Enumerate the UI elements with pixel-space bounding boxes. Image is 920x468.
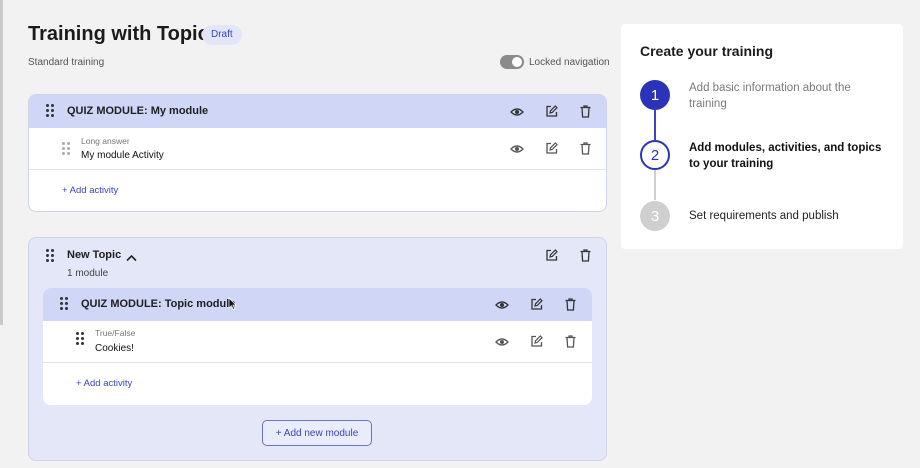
step-number-1: 1 — [640, 80, 670, 110]
training-type-label: Standard training — [28, 57, 105, 68]
activity-name: My module Activity — [81, 150, 164, 161]
locked-navigation-toggle-group[interactable]: Locked navigation — [500, 55, 610, 69]
eye-icon[interactable] — [509, 104, 525, 120]
add-activity-link[interactable]: + Add activity — [62, 185, 118, 196]
step-connector — [654, 110, 656, 140]
edit-icon[interactable] — [543, 103, 559, 119]
create-training-steps-panel: Create your training 1 Add basic informa… — [621, 24, 903, 249]
trash-icon[interactable] — [577, 103, 593, 119]
steps-title: Create your training — [640, 43, 774, 59]
module-header: QUIZ MODULE: My module — [29, 95, 606, 128]
drag-handle-icon[interactable] — [62, 142, 70, 155]
edit-icon[interactable] — [543, 247, 559, 263]
eye-icon[interactable] — [494, 334, 510, 350]
step-connector — [654, 170, 656, 200]
topic-card: New Topic 1 module QUIZ MODULE: Topic mo… — [28, 237, 607, 461]
step-label-2: Add modules, activities, and topics to y… — [689, 142, 882, 170]
drag-handle-icon[interactable] — [76, 332, 84, 345]
module-card: QUIZ MODULE: Topic module True/False Coo… — [43, 288, 592, 405]
locked-navigation-label: Locked navigation — [529, 56, 610, 68]
drag-handle-icon[interactable] — [60, 297, 68, 310]
step-label-1: Add basic information about the training — [689, 82, 851, 110]
page-title: Training with Topic — [28, 23, 209, 45]
module-title: QUIZ MODULE: Topic module — [81, 298, 236, 310]
edit-icon[interactable] — [543, 140, 559, 156]
activity-row[interactable]: Long answer My module Activity — [29, 128, 606, 170]
module-card: QUIZ MODULE: My module Long answer My mo… — [28, 94, 607, 212]
eye-icon[interactable] — [509, 141, 525, 157]
trash-icon[interactable] — [577, 140, 593, 156]
trash-icon[interactable] — [562, 333, 578, 349]
add-activity-link[interactable]: + Add activity — [76, 378, 132, 389]
status-badge: Draft — [202, 25, 242, 45]
edit-icon[interactable] — [528, 296, 544, 312]
add-new-module-button[interactable]: + Add new module — [262, 420, 372, 446]
eye-icon[interactable] — [494, 297, 510, 313]
step-number-3: 3 — [640, 201, 670, 231]
left-edge-bar — [0, 0, 3, 325]
mouse-cursor-icon — [228, 297, 237, 315]
module-header: QUIZ MODULE: Topic module — [43, 288, 592, 321]
activity-name: Cookies! — [95, 343, 134, 354]
edit-icon[interactable] — [528, 333, 544, 349]
topic-title: New Topic — [67, 249, 122, 261]
toggle-knob — [512, 57, 522, 67]
topic-module-count: 1 module — [67, 268, 109, 279]
step-number-2: 2 — [640, 140, 670, 170]
activity-row[interactable]: True/False Cookies! — [43, 321, 592, 363]
trash-icon[interactable] — [577, 247, 593, 263]
drag-handle-icon[interactable] — [46, 249, 54, 262]
module-title: QUIZ MODULE: My module — [67, 105, 209, 117]
chevron-up-icon[interactable] — [126, 249, 137, 267]
locked-navigation-toggle[interactable] — [500, 55, 524, 69]
step-label-3: Set requirements and publish — [689, 210, 839, 222]
trash-icon[interactable] — [562, 296, 578, 312]
drag-handle-icon[interactable] — [46, 104, 54, 117]
activity-type: Long answer — [81, 136, 130, 146]
activity-type: True/False — [95, 328, 136, 338]
